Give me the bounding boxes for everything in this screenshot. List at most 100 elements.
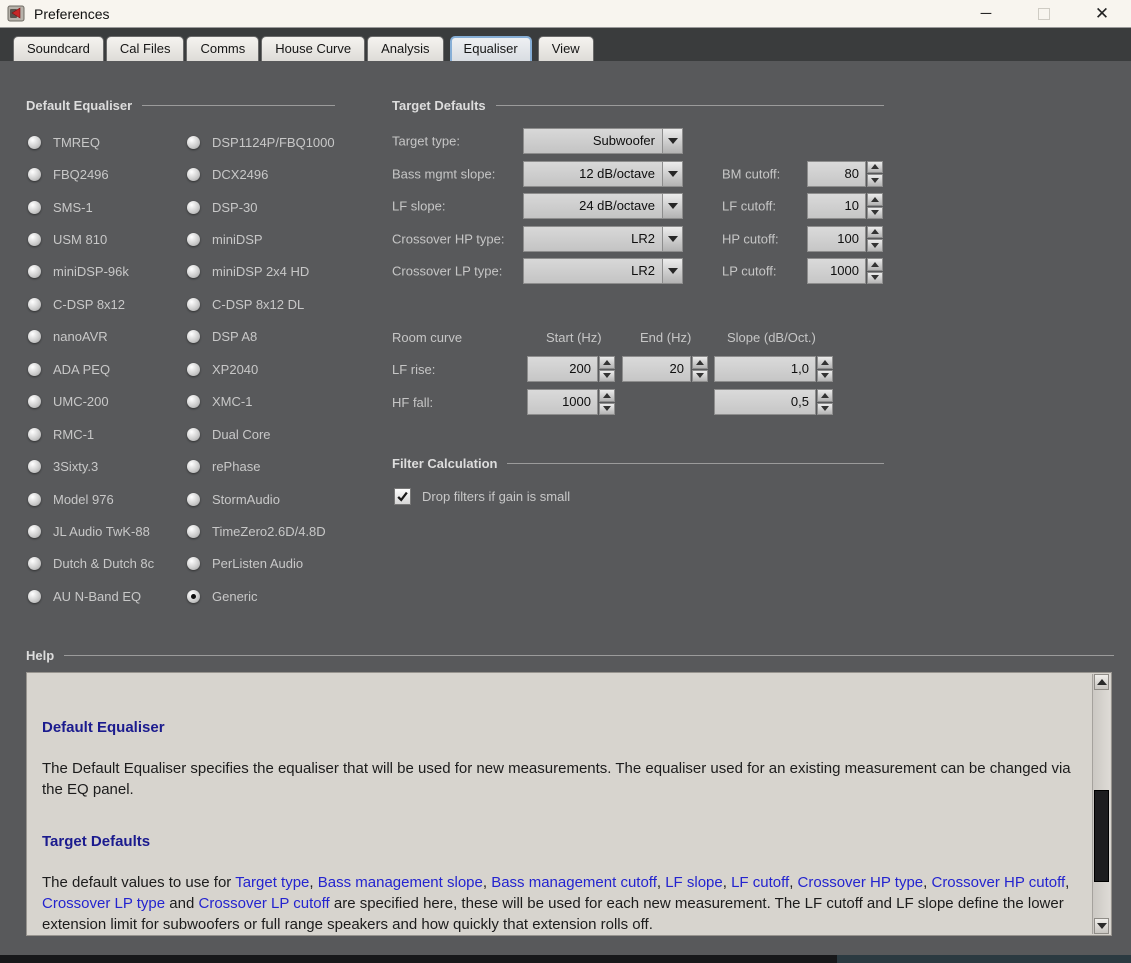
help-link-lf-cutoff[interactable]: LF cutoff: [731, 874, 789, 891]
radio-option-c-dsp-8x12-dl[interactable]: C-DSP 8x12 DL: [187, 288, 417, 320]
radio-option-minidsp[interactable]: miniDSP: [187, 223, 417, 255]
tab-comms[interactable]: Comms: [186, 36, 260, 61]
hf-fall-slope-spinner-increment-button[interactable]: [817, 389, 833, 402]
scroll-up-button[interactable]: [1094, 674, 1109, 690]
radio-option-xp2040[interactable]: XP2040: [187, 353, 417, 385]
radio-option-sms-1[interactable]: SMS-1: [28, 191, 187, 223]
target-type-dropdown-open-button[interactable]: [662, 129, 682, 153]
radio-option-generic[interactable]: Generic: [187, 580, 417, 612]
radio-option-rephase[interactable]: rePhase: [187, 450, 417, 482]
maximize-button[interactable]: [1015, 0, 1073, 27]
help-link-bass-management-cutoff[interactable]: Bass management cutoff: [491, 874, 657, 891]
radio-option-minidsp-2x4-hd[interactable]: miniDSP 2x4 HD: [187, 256, 417, 288]
tab-house-curve[interactable]: House Curve: [261, 36, 366, 61]
lp-cutoff-spinner[interactable]: 1000: [807, 258, 883, 284]
lf-rise-slope-spinner-increment-button[interactable]: [817, 356, 833, 369]
lf-rise-end-spinner[interactable]: 20: [622, 356, 708, 382]
lf-rise-end-spinner-value[interactable]: 20: [622, 356, 691, 382]
hf-fall-start-spinner-value[interactable]: 1000: [527, 389, 598, 415]
bm-cutoff-spinner-increment-button[interactable]: [867, 160, 883, 173]
lf-rise-slope-spinner[interactable]: 1,0: [714, 356, 833, 382]
radio-option-tmreq[interactable]: TMREQ: [28, 126, 187, 158]
radio-option-stormaudio[interactable]: StormAudio: [187, 483, 417, 515]
hf-fall-slope-spinner[interactable]: 0,5: [714, 389, 833, 415]
lf-rise-start-spinner-increment-button[interactable]: [599, 356, 615, 369]
help-link-crossover-hp-type[interactable]: Crossover HP type: [798, 874, 924, 891]
radio-option-rmc-1[interactable]: RMC-1: [28, 418, 187, 450]
radio-option-usm-810[interactable]: USM 810: [28, 223, 187, 255]
scroll-down-button[interactable]: [1094, 918, 1109, 934]
bm-cutoff-spinner-value[interactable]: 80: [807, 160, 866, 187]
lp-cutoff-spinner-increment-button[interactable]: [867, 258, 883, 271]
lp-cutoff-spinner-decrement-button[interactable]: [867, 271, 883, 284]
lf-rise-slope-spinner-decrement-button[interactable]: [817, 369, 833, 382]
lf-rise-start-spinner-decrement-button[interactable]: [599, 369, 615, 382]
bass-mgmt-slope-dropdown[interactable]: 12 dB/octave: [523, 160, 683, 187]
crossover-lp-type-dropdown[interactable]: LR2: [523, 258, 683, 284]
radio-option-model-976[interactable]: Model 976: [28, 483, 187, 515]
tab-equaliser[interactable]: Equaliser: [449, 36, 532, 61]
radio-option-3sixty-3[interactable]: 3Sixty.3: [28, 450, 187, 482]
tab-view[interactable]: View: [537, 36, 594, 61]
bm-cutoff-spinner[interactable]: 80: [807, 160, 883, 187]
lf-rise-start-spinner[interactable]: 200: [527, 356, 615, 382]
hp-cutoff-spinner-decrement-button[interactable]: [867, 239, 883, 252]
lf-rise-end-spinner-decrement-button[interactable]: [692, 369, 708, 382]
lf-cutoff-spinner[interactable]: 10: [807, 193, 883, 219]
radio-option-fbq2496[interactable]: FBQ2496: [28, 158, 187, 190]
hf-fall-start-spinner-increment-button[interactable]: [599, 389, 615, 402]
hp-cutoff-spinner[interactable]: 100: [807, 225, 883, 252]
radio-option-c-dsp-8x12[interactable]: C-DSP 8x12: [28, 288, 187, 320]
help-scrollbar[interactable]: [1092, 674, 1110, 934]
help-link-target-type[interactable]: Target type: [235, 874, 309, 891]
hf-fall-slope-spinner-decrement-button[interactable]: [817, 402, 833, 415]
minimize-button[interactable]: ─: [957, 0, 1015, 27]
radio-option-timezero2-6d-4-8d[interactable]: TimeZero2.6D/4.8D: [187, 515, 417, 547]
hp-cutoff-spinner-value[interactable]: 100: [807, 225, 866, 252]
tab-soundcard[interactable]: Soundcard: [13, 36, 104, 61]
crossover-hp-type-dropdown[interactable]: LR2: [523, 225, 683, 252]
radio-option-dsp1124p-fbq1000[interactable]: DSP1124P/FBQ1000: [187, 126, 417, 158]
hf-fall-start-spinner-decrement-button[interactable]: [599, 402, 615, 415]
radio-option-umc-200[interactable]: UMC-200: [28, 386, 187, 418]
crossover-lp-type-dropdown-open-button[interactable]: [662, 259, 682, 283]
radio-option-dcx2496[interactable]: DCX2496: [187, 158, 417, 190]
radio-option-dsp-30[interactable]: DSP-30: [187, 191, 417, 223]
bass-mgmt-slope-dropdown-open-button[interactable]: [662, 161, 682, 186]
lf-slope-dropdown[interactable]: 24 dB/octave: [523, 193, 683, 219]
help-link-bass-management-slope[interactable]: Bass management slope: [318, 874, 483, 891]
lf-rise-end-spinner-increment-button[interactable]: [692, 356, 708, 369]
radio-option-au-n-band-eq[interactable]: AU N-Band EQ: [28, 580, 187, 612]
radio-option-ada-peq[interactable]: ADA PEQ: [28, 353, 187, 385]
hf-fall-slope-spinner-value[interactable]: 0,5: [714, 389, 816, 415]
radio-option-dual-core[interactable]: Dual Core: [187, 418, 417, 450]
crossover-hp-type-dropdown-open-button[interactable]: [662, 226, 682, 251]
help-link-crossover-lp-type[interactable]: Crossover LP type: [42, 895, 165, 912]
radio-option-dutch-dutch-8c[interactable]: Dutch & Dutch 8c: [28, 548, 187, 580]
tab-analysis[interactable]: Analysis: [367, 36, 444, 61]
close-button[interactable]: ✕: [1073, 0, 1131, 27]
lp-cutoff-spinner-value[interactable]: 1000: [807, 258, 866, 284]
radio-option-jl-audio-twk-88[interactable]: JL Audio TwK-88: [28, 515, 187, 547]
radio-option-dsp-a8[interactable]: DSP A8: [187, 321, 417, 353]
lf-rise-start-spinner-value[interactable]: 200: [527, 356, 598, 382]
scrollbar-thumb[interactable]: [1094, 790, 1109, 882]
tab-cal-files[interactable]: Cal Files: [105, 36, 185, 61]
hf-fall-start-spinner[interactable]: 1000: [527, 389, 615, 415]
help-link-crossover-lp-cutoff[interactable]: Crossover LP cutoff: [199, 895, 330, 912]
bm-cutoff-spinner-decrement-button[interactable]: [867, 174, 883, 187]
target-type-dropdown[interactable]: Subwoofer: [523, 128, 683, 154]
lf-rise-slope-spinner-value[interactable]: 1,0: [714, 356, 816, 382]
lf-cutoff-spinner-increment-button[interactable]: [867, 193, 883, 206]
radio-option-perlisten-audio[interactable]: PerListen Audio: [187, 548, 417, 580]
lf-cutoff-spinner-value[interactable]: 10: [807, 193, 866, 219]
radio-option-nanoavr[interactable]: nanoAVR: [28, 321, 187, 353]
lf-cutoff-spinner-decrement-button[interactable]: [867, 206, 883, 219]
drop-filters-checkbox[interactable]: [394, 488, 411, 505]
radio-option-minidsp-96k[interactable]: miniDSP-96k: [28, 256, 187, 288]
help-link-crossover-hp-cutoff[interactable]: Crossover HP cutoff: [931, 874, 1065, 891]
lf-slope-dropdown-open-button[interactable]: [662, 194, 682, 218]
radio-option-xmc-1[interactable]: XMC-1: [187, 386, 417, 418]
help-link-lf-slope[interactable]: LF slope: [665, 874, 723, 891]
hp-cutoff-spinner-increment-button[interactable]: [867, 225, 883, 238]
